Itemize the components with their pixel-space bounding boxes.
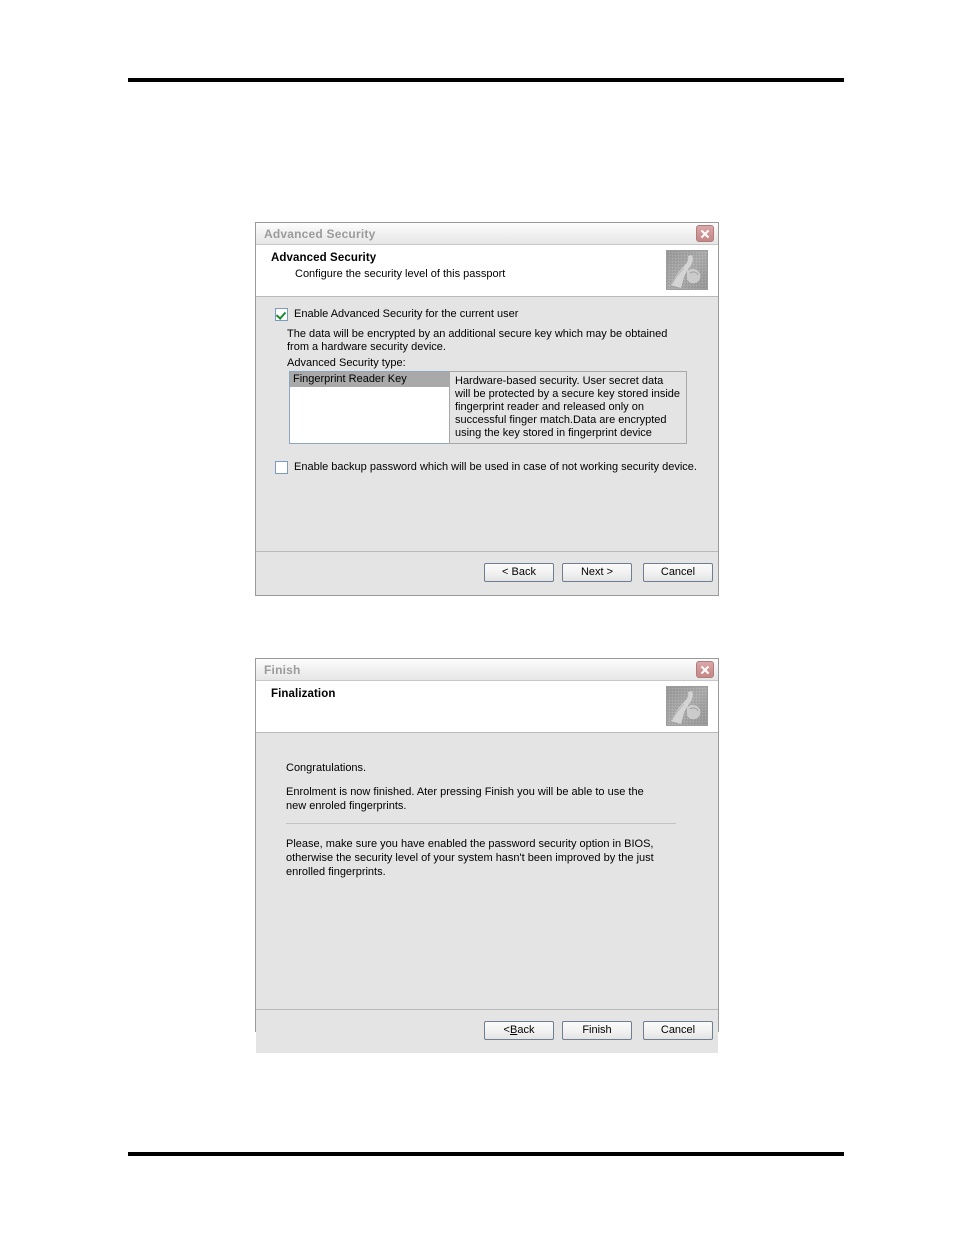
next-button[interactable]: Next > <box>562 563 632 582</box>
header-title: Advanced Security <box>271 252 377 264</box>
dialog-header: Advanced Security Configure the security… <box>256 245 718 297</box>
advanced-security-description: The data will be encrypted by an additio… <box>287 328 668 353</box>
backup-password-label: Enable backup password which will be use… <box>294 461 697 473</box>
back-button[interactable]: < Back <box>484 1021 554 1040</box>
fingerprint-hand-icon <box>666 250 708 290</box>
security-type-listbox[interactable]: Fingerprint Reader Key <box>289 371 451 444</box>
document-page: Advanced Security Advanced Security Conf… <box>0 0 954 1235</box>
header-title: Finalization <box>271 688 336 700</box>
dialog-header: Finalization <box>256 681 718 733</box>
cancel-button[interactable]: Cancel <box>643 563 713 582</box>
fingerprint-hand-icon <box>666 686 708 726</box>
cancel-button[interactable]: Cancel <box>643 1021 713 1040</box>
finish-button[interactable]: Finish <box>562 1021 632 1040</box>
dialog-footer: < Back Finish Cancel <box>256 1009 718 1053</box>
window-title: Finish <box>264 662 301 677</box>
list-item[interactable]: Fingerprint Reader Key <box>290 372 450 387</box>
advanced-security-type-label: Advanced Security type: <box>287 357 406 369</box>
advanced-security-dialog: Advanced Security Advanced Security Conf… <box>255 222 719 596</box>
dialog-body: Congratulations. Enrolment is now finish… <box>256 733 718 1009</box>
text-separator <box>286 823 676 824</box>
dialog-footer: < Back Next > Cancel <box>256 551 718 595</box>
finish-dialog: Finish Finalization Congratulations. Enr… <box>255 658 719 1053</box>
backup-password-checkbox-row[interactable]: Enable backup password which will be use… <box>275 461 697 474</box>
close-icon[interactable] <box>696 225 714 242</box>
back-button-suffix: ack <box>517 1024 535 1036</box>
congratulations-text: Congratulations. <box>286 762 367 774</box>
titlebar: Advanced Security <box>256 223 718 245</box>
enable-advanced-security-checkbox-row[interactable]: Enable Advanced Security for the current… <box>275 308 518 321</box>
page-header-rule <box>128 78 844 82</box>
bios-warning-text: Please, make sure you have enabled the p… <box>286 838 654 878</box>
security-type-description: Hardware-based security. User secret dat… <box>449 371 687 444</box>
enrolment-finished-text: Enrolment is now finished. Ater pressing… <box>286 786 644 812</box>
enable-advanced-security-label: Enable Advanced Security for the current… <box>294 308 519 320</box>
backup-password-checkbox[interactable] <box>275 461 288 474</box>
dialog-body: Enable Advanced Security for the current… <box>256 297 718 551</box>
close-icon[interactable] <box>696 661 714 678</box>
header-subtitle: Configure the security level of this pas… <box>295 268 506 280</box>
window-title: Advanced Security <box>264 226 376 241</box>
enable-advanced-security-checkbox[interactable] <box>275 308 288 321</box>
back-button-accelerator: B <box>509 1024 518 1036</box>
page-footer-rule <box>128 1152 844 1156</box>
back-button[interactable]: < Back <box>484 563 554 582</box>
titlebar: Finish <box>256 659 718 681</box>
